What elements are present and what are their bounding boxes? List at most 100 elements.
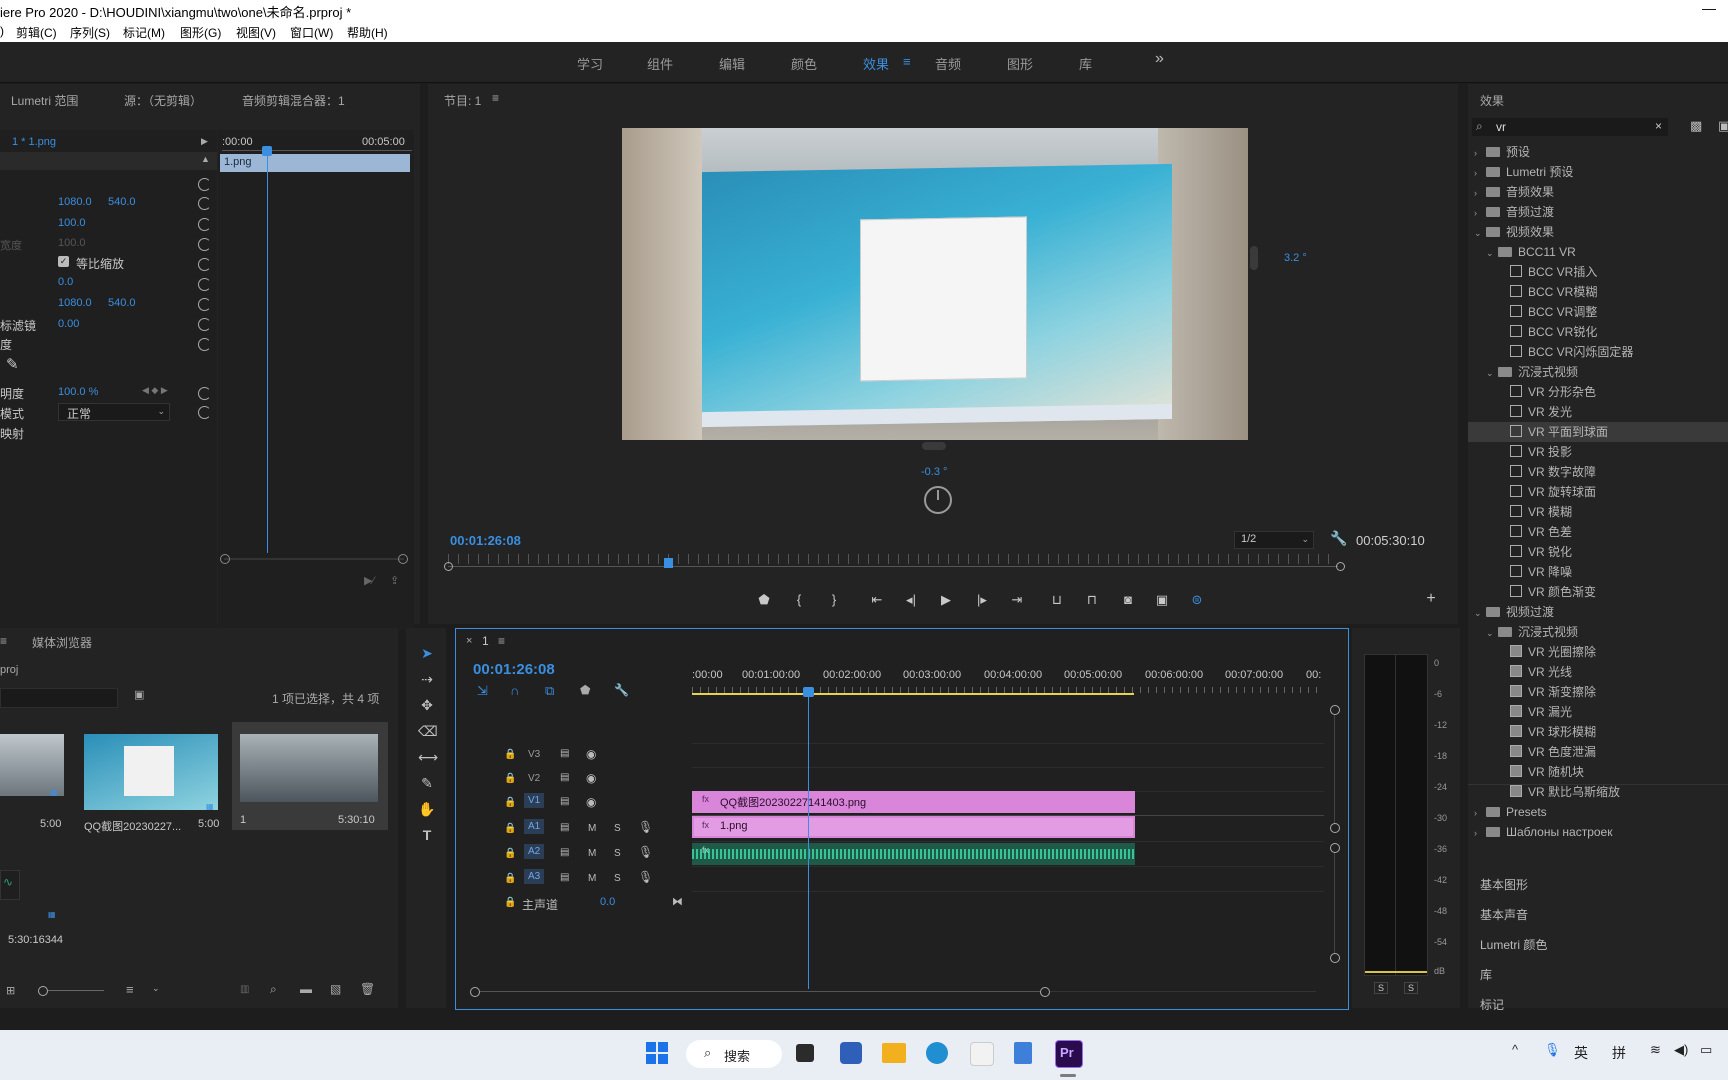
go-to-in-icon[interactable]: ⇤ <box>867 592 887 608</box>
chevron-down-icon[interactable]: ⌄ <box>1474 603 1486 623</box>
chevron-right-icon[interactable]: › <box>1474 803 1486 823</box>
wrench-icon[interactable]: 🔧 <box>1330 530 1347 547</box>
effects-item[interactable]: VR 色差 <box>1468 522 1728 542</box>
sync-lock-icon[interactable]: ▤ <box>560 847 569 858</box>
workspace-tab-libraries[interactable]: 库 <box>1079 54 1092 73</box>
reset-icon[interactable] <box>198 218 211 231</box>
mute-button[interactable]: M <box>588 823 596 834</box>
timeline-playhead[interactable] <box>808 689 809 989</box>
minimize-button[interactable]: — <box>1702 0 1716 16</box>
effects-item[interactable]: VR 平面到球面 <box>1468 422 1728 442</box>
vr-vertical-handle[interactable] <box>1250 246 1258 270</box>
program-playhead[interactable] <box>664 558 673 568</box>
timeline-tab[interactable]: 1 <box>482 634 489 648</box>
panel-libraries[interactable]: 库 <box>1480 966 1492 983</box>
timeline-playhead-handle[interactable] <box>803 687 814 697</box>
effects-folder[interactable]: ⌄ 视频效果 <box>1468 222 1728 242</box>
task-view-icon[interactable] <box>796 1044 814 1062</box>
panel-essential-graphics[interactable]: 基本图形 <box>1480 876 1528 893</box>
menu-view[interactable]: 视图(V) <box>236 24 276 41</box>
sync-lock-icon[interactable]: ▤ <box>560 796 569 807</box>
uniform-scale-checkbox[interactable]: ✓ <box>58 256 69 267</box>
new-bin-icon[interactable]: ▣ <box>134 688 144 701</box>
workspace-tab-graphics[interactable]: 图形 <box>1007 54 1033 73</box>
workspace-tab-effects[interactable]: 效果 <box>863 54 889 73</box>
chevron-right-icon[interactable]: › <box>1474 203 1486 223</box>
edge-icon[interactable] <box>926 1042 948 1064</box>
menu-graphics[interactable]: 图形(G) <box>180 24 221 41</box>
windows-start-icon[interactable] <box>646 1042 668 1064</box>
v-scroll-handle[interactable] <box>1330 705 1340 715</box>
zoom-slider-handle[interactable] <box>38 986 48 996</box>
mute-button[interactable]: M <box>588 848 596 859</box>
power-icon[interactable] <box>924 486 952 514</box>
effects-item[interactable]: BCC VR锐化 <box>1468 322 1728 342</box>
extract-icon[interactable]: ⊓ <box>1082 592 1102 608</box>
notepad-icon[interactable] <box>1014 1042 1032 1064</box>
effects-folder[interactable]: ⌄ BCC11 VR <box>1468 242 1728 262</box>
effects-item[interactable]: VR 漏光 <box>1468 702 1728 722</box>
effects-folder[interactable]: › Шаблоны настроек <box>1468 822 1728 842</box>
program-menu-icon[interactable]: ≡ <box>492 91 499 105</box>
workspace-more-icon[interactable]: » <box>1155 50 1164 68</box>
ec-export-icon[interactable]: ▶⁄ <box>364 574 374 587</box>
mark-in-icon[interactable]: { <box>789 592 809 607</box>
v-scroll-handle[interactable] <box>1330 843 1340 853</box>
zoom-slider[interactable] <box>48 990 104 991</box>
video-frame[interactable] <box>622 128 1248 440</box>
reset-icon[interactable] <box>198 338 211 351</box>
effects-folder[interactable]: › Lumetri 预设 <box>1468 162 1728 182</box>
effects-item[interactable]: VR 默比乌斯缩放 <box>1468 782 1728 802</box>
ec-clip-bar[interactable]: 1.png <box>220 154 410 172</box>
project-item[interactable]: ▦ 5:00 <box>0 730 64 830</box>
scale-value[interactable]: 100.0 <box>58 217 86 229</box>
chevron-right-icon[interactable]: › <box>1474 143 1486 163</box>
pen-icon[interactable]: ✎ <box>6 355 19 373</box>
timeline-timecode[interactable]: 00:01:26:08 <box>473 661 555 678</box>
track-select-tool-icon[interactable]: ⇢ <box>418 670 436 688</box>
tab-media-browser[interactable]: 媒体浏览器 <box>32 634 92 651</box>
slip-tool-icon[interactable]: ⟷ <box>418 748 438 766</box>
battery-icon[interactable]: ▭ <box>1700 1042 1712 1058</box>
effects-item[interactable]: VR 颜色渐变 <box>1468 582 1728 602</box>
ec-collapse-icon[interactable]: ▲ <box>201 154 210 164</box>
lock-icon[interactable]: 🔒 <box>504 873 516 884</box>
solo-right-button[interactable]: S <box>1404 982 1419 994</box>
effects-item[interactable]: VR 数字故障 <box>1468 462 1728 482</box>
timeline-close-icon[interactable]: × <box>466 635 472 647</box>
anchor-y-value[interactable]: 540.0 <box>108 297 136 309</box>
menu-clip[interactable]: 剪辑(C) <box>16 24 57 41</box>
accelerated-effects-icon[interactable]: ▩ <box>1690 118 1702 134</box>
effects-item[interactable]: VR 光线 <box>1468 662 1728 682</box>
eye-icon[interactable]: ◉ <box>586 795 596 809</box>
h-scroll-handle[interactable] <box>470 987 480 997</box>
tab-lumetri-scopes[interactable]: Lumetri 范围 <box>11 92 78 109</box>
audio-thumbnail[interactable]: ∿ <box>0 870 20 900</box>
add-marker-icon[interactable]: ⬟ <box>754 592 774 608</box>
vr-horizontal-handle[interactable] <box>922 442 946 450</box>
chevron-right-icon[interactable]: › <box>1474 183 1486 203</box>
reset-icon[interactable] <box>198 298 211 311</box>
tab-audio-clip-mixer[interactable]: 音频剪辑混合器：1 <box>242 92 345 109</box>
effects-folder[interactable]: › 音频效果 <box>1468 182 1728 202</box>
effects-item[interactable]: VR 投影 <box>1468 442 1728 462</box>
ec-playhead-handle[interactable] <box>262 146 272 156</box>
add-marker-icon[interactable]: ⬟ <box>580 683 590 697</box>
camera-icon[interactable]: ◙ <box>1118 592 1138 607</box>
v-scrollbar[interactable] <box>1334 715 1335 823</box>
panel-essential-sound[interactable]: 基本声音 <box>1480 906 1528 923</box>
rotation-value[interactable]: 0.0 <box>58 276 73 288</box>
ime-lang[interactable]: 英 <box>1574 1043 1588 1063</box>
workspace-tab-editing[interactable]: 编辑 <box>719 54 745 73</box>
list-view-icon[interactable]: ⊞ <box>6 984 15 997</box>
v-scrollbar[interactable] <box>1334 853 1335 953</box>
master-end-icon[interactable]: ⧓ <box>672 895 683 908</box>
chevron-down-icon[interactable]: ⌄ <box>1486 363 1498 383</box>
track-label-a3[interactable]: A3 <box>524 869 545 884</box>
effects-folder[interactable]: › 音频过渡 <box>1468 202 1728 222</box>
keyframe-nav-icon[interactable]: ◀ ◆ ▶ <box>142 385 168 396</box>
chevron-down-icon[interactable]: ⌄ <box>152 983 160 994</box>
step-back-icon[interactable]: ◂| <box>901 592 921 608</box>
automate-icon[interactable]: ▥ <box>240 984 249 995</box>
opacity-value[interactable]: 100.0 % <box>58 386 98 398</box>
